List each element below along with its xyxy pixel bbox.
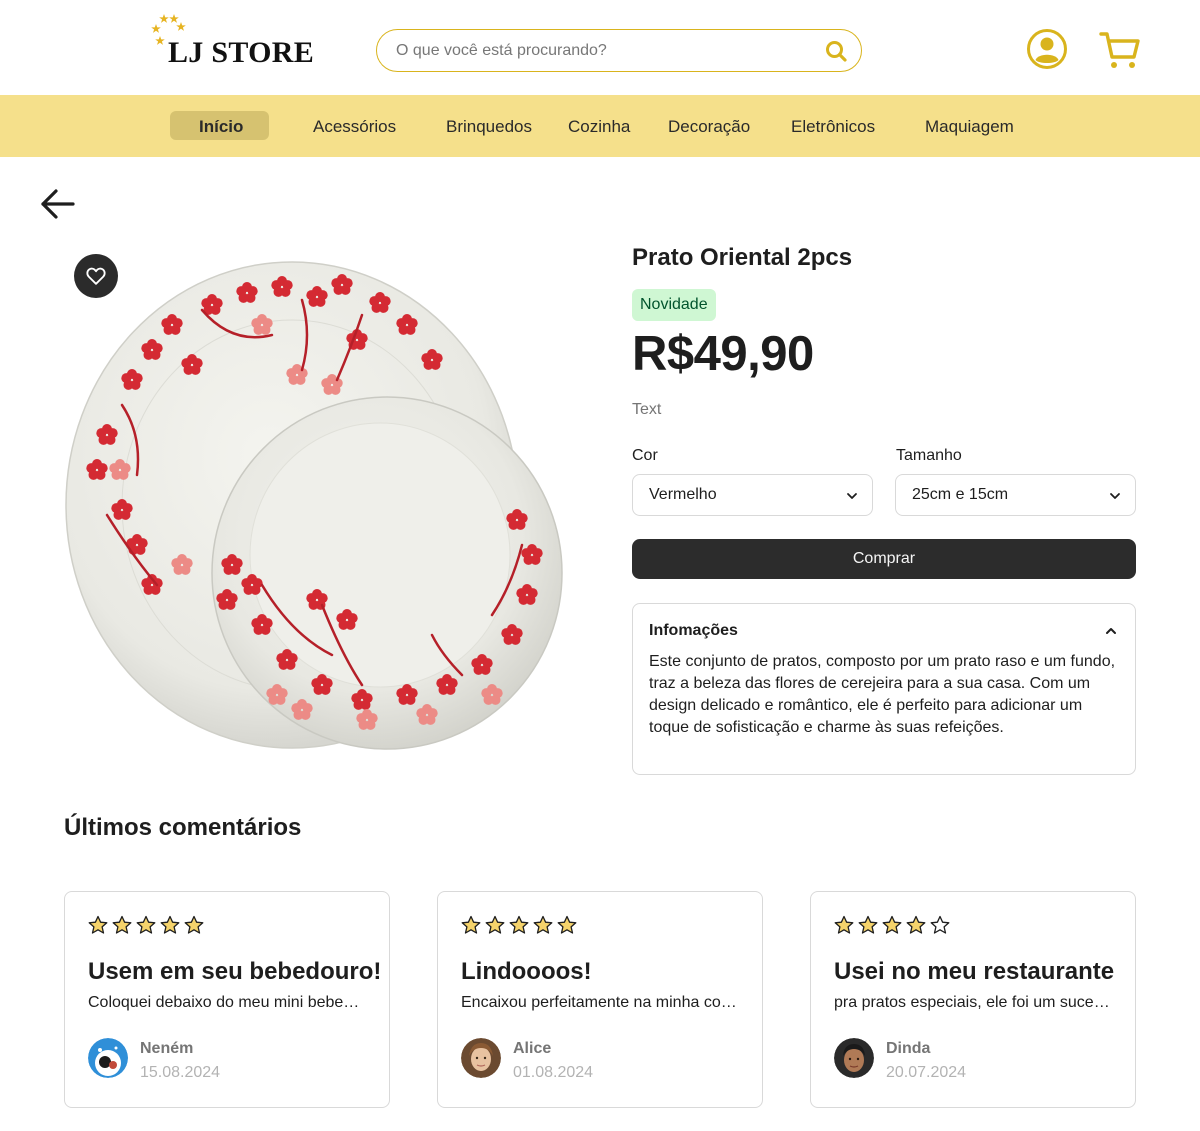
star-filled-icon [160,915,180,934]
review-body: pra pratos especiais, ele foi um sucesso [834,994,1114,1011]
comments-title: Últimos comentários [64,814,302,841]
product-price: R$49,90 [632,327,814,381]
size-select-value: 25cm e 15cm [912,486,1009,503]
star-filled-icon [834,915,854,934]
search-bar[interactable] [376,29,862,72]
color-label: Cor [632,447,658,464]
review-date: 01.08.2024 [513,1064,594,1081]
review-author: Neném [140,1040,194,1057]
star-filled-icon [485,915,505,934]
rating-stars [461,915,577,935]
star-filled-icon [557,915,577,934]
review-body: Coloquei debaixo do meu mini bebedouro e… [88,994,368,1011]
color-select[interactable]: Vermelho [632,474,873,516]
star-filled-icon [88,915,108,934]
nav-item-cozinha[interactable]: Cozinha [568,117,630,137]
category-nav: Início Acessórios Brinquedos Cozinha Dec… [0,95,1200,157]
star-filled-icon [906,915,926,934]
info-title[interactable]: Infomações [649,622,738,640]
search-icon[interactable] [824,39,848,63]
search-input[interactable] [396,39,816,63]
heart-icon [86,267,106,285]
product-image [65,261,563,750]
review-card: Usei no meu restaurante pra pratos espec… [810,891,1136,1108]
star-filled-icon [858,915,878,934]
review-date: 15.08.2024 [140,1064,221,1081]
review-author: Dinda [886,1040,931,1057]
nav-item-decoracao[interactable]: Decoração [668,117,750,137]
chevron-down-icon [1110,493,1120,499]
store-logo[interactable]: LJ STORE [150,12,314,69]
star-filled-icon [136,915,156,934]
review-title: Usem em seu bebedouro! [88,958,382,985]
rating-stars [834,915,950,935]
logo-text: LJ STORE [168,36,315,69]
star-filled-icon [461,915,481,934]
nav-item-brinquedos[interactable]: Brinquedos [446,117,532,137]
star-filled-icon [184,915,204,934]
star-filled-icon [112,915,132,934]
review-title: Lindoooos! [461,958,592,985]
nav-item-maquiagem[interactable]: Maquiagem [925,117,1014,137]
review-card: Usem em seu bebedouro! Coloquei debaixo … [64,891,390,1108]
avatar [88,1038,128,1078]
info-accordion: Infomações Este conjunto de pratos, comp… [632,603,1136,775]
info-body: Este conjunto de pratos, composto por um… [649,653,1116,736]
star-filled-icon [533,915,553,934]
review-title: Usei no meu restaurante [834,958,1115,985]
review-date: 20.07.2024 [886,1064,967,1081]
status-badge: Novidade [632,289,716,321]
size-label: Tamanho [896,447,962,464]
favorite-button[interactable] [74,254,118,298]
product-title: Prato Oriental 2pcs [632,244,853,271]
cart-icon[interactable] [1098,28,1142,72]
rating-stars [88,915,204,935]
star-empty-icon [930,915,950,934]
review-author: Alice [513,1040,552,1057]
text-label: Text [632,401,662,418]
avatar [461,1038,501,1078]
color-select-value: Vermelho [649,486,717,503]
size-select[interactable]: 25cm e 15cm [895,474,1136,516]
header: LJ STORE [0,0,1200,95]
review-card: Lindoooos! Encaixou perfeitamente na min… [437,891,763,1108]
star-filled-icon [509,915,529,934]
chevron-up-icon[interactable] [1103,623,1119,639]
review-body: Encaixou perfeitamente na minha cozinha [461,994,741,1011]
buy-button[interactable]: Comprar [632,539,1136,579]
user-icon[interactable] [1026,28,1068,70]
nav-item-eletronicos[interactable]: Eletrônicos [791,117,875,137]
star-filled-icon [882,915,902,934]
nav-item-acessorios[interactable]: Acessórios [313,117,396,137]
chevron-down-icon [847,493,857,499]
avatar [834,1038,874,1078]
nav-item-inicio[interactable]: Início [199,117,243,137]
arrow-left-icon[interactable] [38,184,78,224]
